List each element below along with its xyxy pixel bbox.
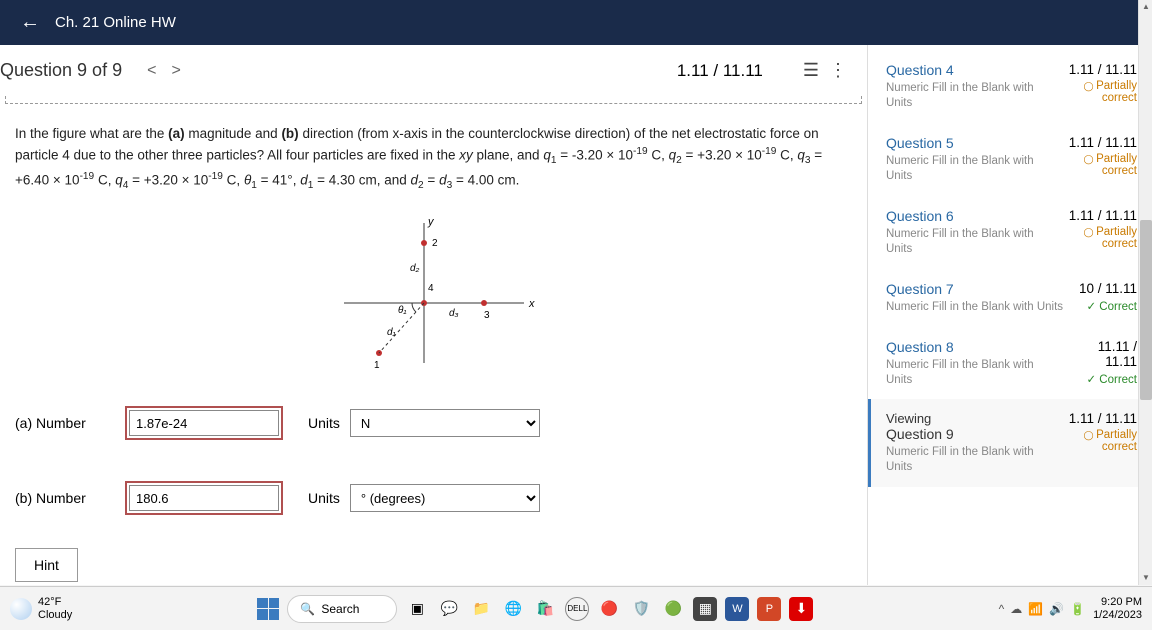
svg-text:y: y (427, 216, 435, 228)
acrobat-icon[interactable]: ⬇ (789, 597, 813, 621)
sidebar-question-score: 10 / 11.11 (1079, 281, 1137, 296)
units-label-a: Units (308, 415, 340, 431)
sidebar-question-title[interactable]: Question 6 (886, 208, 1051, 224)
sidebar-question-status: Correct (1062, 372, 1137, 386)
question-score: 1.11 / 11.11 (677, 61, 763, 81)
sidebar-question-score: 1.11 / 11.11 (1051, 208, 1137, 223)
system-clock[interactable]: 9:20 PM 1/24/2023 (1093, 596, 1142, 620)
sidebar-question-item[interactable]: Question 4 Numeric Fill in the Blank with… (868, 50, 1152, 123)
wifi-icon[interactable]: 📶 (1028, 602, 1043, 616)
chevron-up-icon[interactable]: ^ (999, 602, 1005, 616)
scroll-down-icon[interactable]: ▼ (1139, 571, 1152, 585)
sidebar-question-score: 1.11 / 11.11 (1051, 411, 1137, 426)
problem-statement: In the figure what are the (a) magnitude… (0, 119, 867, 203)
chat-icon[interactable]: 💬 (437, 597, 461, 621)
part-b-input[interactable] (129, 485, 279, 511)
sidebar-question-subtitle: Numeric Fill in the Blank with Units (886, 358, 1062, 388)
sidebar-question-subtitle: Numeric Fill in the Blank with Units (886, 445, 1051, 475)
windows-taskbar: 42°F Cloudy 🔍 Search ▣ 💬 📁 🌐 🛍️ DELL 🔴 🛡… (0, 586, 1152, 630)
sidebar-question-item[interactable]: Question 6 Numeric Fill in the Blank with… (868, 196, 1152, 269)
sidebar-question-status: Partially correct (1051, 226, 1137, 250)
back-arrow-icon[interactable]: ← (20, 11, 40, 34)
more-icon[interactable]: ⋮ (829, 60, 847, 81)
prev-question-button[interactable]: < (147, 62, 156, 80)
part-a-units-select[interactable]: N (350, 409, 540, 437)
question-list-sidebar: Question 4 Numeric Fill in the Blank with… (867, 45, 1152, 585)
sidebar-question-status: Partially correct (1051, 429, 1137, 453)
scroll-up-icon[interactable]: ▲ (1139, 0, 1152, 14)
problem-figure: x y 4 2 d₂ 3 d₃ 1 d₁ θ₁ (0, 203, 867, 398)
svg-text:1: 1 (374, 360, 380, 371)
part-a-label: (a) Number (15, 415, 115, 431)
sidebar-question-title[interactable]: Question 5 (886, 135, 1051, 151)
question-number: Question 9 of 9 (0, 60, 122, 81)
svg-text:x: x (528, 298, 535, 310)
list-icon[interactable]: ☰ (803, 60, 819, 81)
search-icon: 🔍 (300, 602, 315, 616)
svg-text:d₁: d₁ (387, 327, 396, 338)
dell-icon[interactable]: DELL (565, 597, 589, 621)
viewing-label: Viewing (886, 411, 1051, 426)
sidebar-question-title[interactable]: Question 7 (886, 281, 1063, 297)
app-icon[interactable]: ▦ (693, 597, 717, 621)
svg-text:d₂: d₂ (410, 263, 420, 274)
sidebar-question-subtitle: Numeric Fill in the Blank with Units (886, 300, 1063, 315)
battery-icon[interactable]: 🔋 (1070, 602, 1085, 616)
sidebar-question-status: Partially correct (1051, 80, 1137, 104)
sidebar-question-status: Partially correct (1051, 153, 1137, 177)
onedrive-icon[interactable]: ☁ (1010, 602, 1022, 616)
part-a-input[interactable] (129, 410, 279, 436)
spotify-icon[interactable]: 🟢 (661, 597, 685, 621)
answer-row-a: (a) Number Units N (0, 398, 867, 448)
weather-cond: Cloudy (38, 609, 72, 621)
chrome-icon[interactable]: 🔴 (597, 597, 621, 621)
store-icon[interactable]: 🛍️ (533, 597, 557, 621)
sidebar-question-title[interactable]: Question 4 (886, 62, 1051, 78)
sidebar-question-subtitle: Numeric Fill in the Blank with Units (886, 81, 1051, 111)
next-question-button[interactable]: > (171, 62, 180, 80)
sidebar-question-item[interactable]: ViewingQuestion 9 Numeric Fill in the Bla… (868, 399, 1152, 487)
sidebar-question-title[interactable]: Question 9 (886, 426, 1051, 442)
sidebar-question-subtitle: Numeric Fill in the Blank with Units (886, 154, 1051, 184)
mcafee-icon[interactable]: 🛡️ (629, 597, 653, 621)
sidebar-question-status: Correct (1079, 299, 1137, 313)
app-header: ← Ch. 21 Online HW (0, 0, 1152, 45)
volume-icon[interactable]: 🔊 (1049, 602, 1064, 616)
svg-text:d₃: d₃ (449, 308, 459, 319)
question-content: Question 9 of 9 < > 1.11 / 11.11 ☰ ⋮ In … (0, 45, 867, 585)
svg-text:4: 4 (428, 283, 434, 294)
taskbar-search[interactable]: 🔍 Search (287, 595, 397, 623)
start-button[interactable] (257, 598, 279, 620)
part-b-label: (b) Number (15, 490, 115, 506)
weather-widget[interactable]: 42°F Cloudy (10, 596, 72, 620)
collapsed-notice (5, 96, 862, 104)
page-title: Ch. 21 Online HW (55, 14, 176, 31)
edge-icon[interactable]: 🌐 (501, 597, 525, 621)
task-view-icon[interactable]: ▣ (405, 597, 429, 621)
scrollbar[interactable]: ▲ ▼ (1138, 0, 1152, 585)
sidebar-question-score: 1.11 / 11.11 (1051, 135, 1137, 150)
svg-text:3: 3 (484, 310, 490, 321)
sidebar-question-item[interactable]: Question 8 Numeric Fill in the Blank with… (868, 327, 1152, 400)
svg-text:θ₁: θ₁ (398, 305, 407, 316)
explorer-icon[interactable]: 📁 (469, 597, 493, 621)
answer-row-b: (b) Number Units ° (degrees) (0, 473, 867, 523)
sidebar-question-title[interactable]: Question 8 (886, 339, 1062, 355)
scroll-thumb[interactable] (1140, 220, 1152, 400)
word-icon[interactable]: W (725, 597, 749, 621)
cloud-icon (10, 598, 32, 620)
sidebar-question-item[interactable]: Question 5 Numeric Fill in the Blank with… (868, 123, 1152, 196)
sidebar-question-item[interactable]: Question 7 Numeric Fill in the Blank with… (868, 269, 1152, 327)
sidebar-question-score: 11.11 / 11.11 (1062, 339, 1137, 369)
sidebar-question-subtitle: Numeric Fill in the Blank with Units (886, 227, 1051, 257)
sidebar-question-score: 1.11 / 11.11 (1051, 62, 1137, 77)
part-b-units-select[interactable]: ° (degrees) (350, 484, 540, 512)
hint-button[interactable]: Hint (15, 548, 78, 582)
powerpoint-icon[interactable]: P (757, 597, 781, 621)
weather-temp: 42°F (38, 596, 72, 608)
svg-text:2: 2 (432, 238, 438, 249)
units-label-b: Units (308, 490, 340, 506)
